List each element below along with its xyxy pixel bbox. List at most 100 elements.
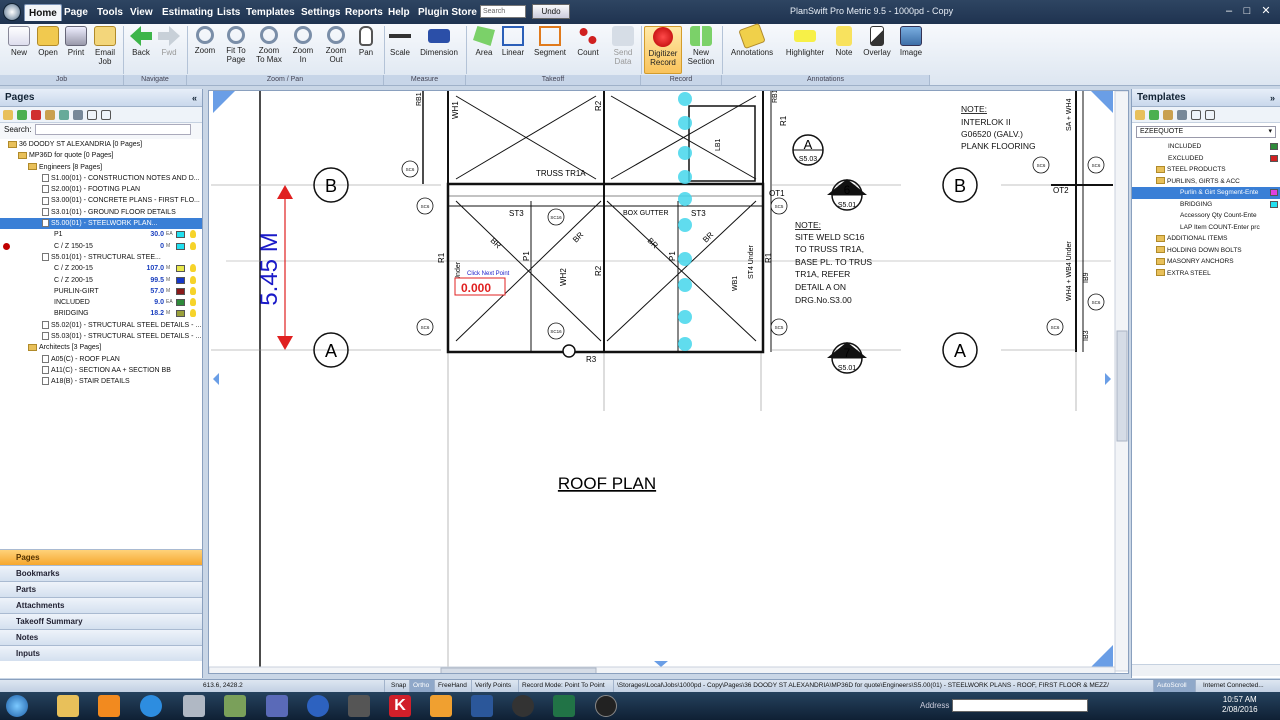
menu-plugin-store[interactable]: Plugin Store: [414, 4, 481, 21]
menu-view[interactable]: View: [126, 4, 157, 21]
tree-item[interactable]: A11(C) - SECTION AA + SECTION BB: [0, 365, 202, 376]
nav-inputs[interactable]: Inputs: [0, 645, 202, 661]
app-orb-button[interactable]: [3, 3, 21, 21]
email-job-button[interactable]: Email Job: [91, 26, 119, 66]
zoom-in-button[interactable]: Zoom In: [287, 26, 319, 64]
menu-settings[interactable]: Settings: [297, 4, 344, 21]
address-input[interactable]: [952, 699, 1088, 712]
menu-home[interactable]: Home: [24, 4, 62, 21]
record-mode[interactable]: Record Mode: Point To Point: [519, 680, 614, 692]
tree-item[interactable]: S3.01(01) - GROUND FLOOR DETAILS: [0, 207, 202, 218]
freehand-toggle[interactable]: FreeHand: [435, 680, 472, 692]
excel-icon[interactable]: [553, 695, 575, 717]
fit-to-page-button[interactable]: Fit To Page: [220, 26, 252, 64]
visibility-bulb-icon[interactable]: [190, 241, 196, 250]
nav-parts[interactable]: Parts: [0, 581, 202, 597]
tree-item[interactable]: S1.00(01) - CONSTRUCTION NOTES AND D...: [0, 173, 202, 184]
tree-item[interactable]: S2.00(01) - FOOTING PLAN: [0, 184, 202, 195]
corner-scroll-icon[interactable]: [1091, 645, 1113, 667]
new-section-button[interactable]: New Section: [685, 26, 717, 66]
refresh-icon[interactable]: [59, 110, 69, 120]
takeoff-item[interactable]: C / Z 200-15 107.0 M: [0, 263, 202, 274]
app-icon[interactable]: [307, 695, 329, 717]
zoom-to-max-button[interactable]: Zoom To Max: [253, 26, 285, 64]
visibility-bulb-icon[interactable]: [190, 275, 196, 284]
collapse-panel-icon[interactable]: »: [1270, 89, 1275, 107]
open-button[interactable]: Open: [34, 26, 62, 57]
nav-notes[interactable]: Notes: [0, 629, 202, 645]
refresh-icon[interactable]: [1149, 110, 1159, 120]
visibility-bulb-icon[interactable]: [190, 286, 196, 295]
template-dropdown[interactable]: EZEEQUOTE ▾: [1136, 126, 1276, 138]
template-item[interactable]: MASONRY ANCHORS: [1132, 256, 1280, 268]
snap-toggle[interactable]: Snap: [388, 680, 410, 692]
send-data-button[interactable]: Send Data: [607, 26, 639, 66]
network-tool-icon[interactable]: [183, 695, 205, 717]
collapse-panel-icon[interactable]: «: [192, 89, 197, 107]
tree-item[interactable]: A18(B) - STAIR DETAILS: [0, 376, 202, 387]
tree-item[interactable]: 36 DOODY ST ALEXANDRIA [0 Pages]: [0, 139, 202, 150]
zoom-out-button[interactable]: Zoom Out: [320, 26, 352, 64]
count-button[interactable]: Count: [574, 26, 602, 57]
app-icon[interactable]: [348, 695, 370, 717]
tree-item[interactable]: S5.02(01) - STRUCTURAL STEEL DETAILS - .…: [0, 320, 202, 331]
nav-attachments[interactable]: Attachments: [0, 597, 202, 613]
corner-scroll-icon[interactable]: [1091, 91, 1113, 113]
collapse-all-icon[interactable]: [101, 110, 111, 120]
scroll-down-icon[interactable]: [654, 661, 668, 667]
add-folder-icon[interactable]: [1135, 110, 1145, 120]
takeoff-item[interactable]: P1 30.0 EA: [0, 229, 202, 240]
add-page-icon[interactable]: [17, 110, 27, 120]
horizontal-scrollbar[interactable]: [209, 666, 1116, 674]
template-item[interactable]: STEEL PRODUCTS: [1132, 164, 1280, 176]
vertical-scroll-thumb[interactable]: [1116, 330, 1128, 442]
visibility-bulb-icon[interactable]: [190, 309, 196, 318]
tree-item[interactable]: S3.00(01) - CONCRETE PLANS - FIRST FLO..…: [0, 195, 202, 206]
overlay-button[interactable]: Overlay: [861, 26, 893, 57]
collapse-all-icon[interactable]: [1205, 110, 1215, 120]
maximize-icon[interactable]: □: [1240, 4, 1254, 18]
menu-page[interactable]: Page: [60, 4, 92, 21]
close-icon[interactable]: ✕: [1259, 4, 1273, 18]
tree-item[interactable]: A05(C) - ROOF PLAN: [0, 354, 202, 365]
template-item[interactable]: PURLINS, GIRTS & ACC: [1132, 176, 1280, 188]
internet-explorer-icon[interactable]: [140, 695, 162, 717]
template-item-selected[interactable]: Purlin & Girt Segment-Ente: [1132, 187, 1280, 199]
ortho-toggle[interactable]: Ortho: [410, 680, 435, 692]
template-item[interactable]: BRIDGING: [1132, 199, 1280, 211]
delete-icon[interactable]: [31, 110, 41, 120]
menu-lists[interactable]: Lists: [213, 4, 244, 21]
obs-icon[interactable]: [595, 695, 617, 717]
tree-item[interactable]: S5.03(01) - STRUCTURAL STEEL DETAILS - .…: [0, 331, 202, 342]
nav-takeoff-summary[interactable]: Takeoff Summary: [0, 613, 202, 629]
pages-search-input[interactable]: [34, 124, 191, 136]
corner-scroll-icon[interactable]: [213, 91, 235, 113]
expand-all-icon[interactable]: [1191, 110, 1201, 120]
tree-item[interactable]: Engineers [8 Pages]: [0, 162, 202, 173]
nav-pages[interactable]: Pages: [0, 549, 202, 565]
visibility-bulb-icon[interactable]: [190, 298, 196, 307]
highlighter-button[interactable]: Highlighter: [782, 26, 828, 57]
app-icon[interactable]: [512, 695, 534, 717]
template-item[interactable]: HOLDING DOWN BOLTS: [1132, 245, 1280, 257]
expand-all-icon[interactable]: [87, 110, 97, 120]
tree-item[interactable]: MP36D for quote [0 Pages]: [0, 150, 202, 161]
takeoff-item[interactable]: C / Z 200-15 99.5 M: [0, 275, 202, 286]
import-icon[interactable]: [45, 110, 55, 120]
word-icon[interactable]: [471, 695, 493, 717]
template-item[interactable]: ADDITIONAL ITEMS: [1132, 233, 1280, 245]
outlook-icon[interactable]: [430, 695, 452, 717]
annotations-button[interactable]: Annotations: [728, 22, 776, 57]
segment-button[interactable]: Segment: [531, 26, 569, 57]
takeoff-item[interactable]: BRIDGING 18.2 M: [0, 308, 202, 319]
horizontal-scroll-thumb[interactable]: [440, 667, 597, 674]
template-item[interactable]: LAP Item COUNT-Enter prc: [1132, 222, 1280, 234]
visibility-bulb-icon[interactable]: [190, 264, 196, 273]
drawing-tool-icon[interactable]: [224, 695, 246, 717]
templates-scrollbar[interactable]: [1132, 664, 1280, 676]
media-player-icon[interactable]: [98, 695, 120, 717]
drawing-canvas[interactable]: 5.45 M B A B A A S5.03 6 S5.01 7 S5.01 T…: [208, 90, 1129, 674]
dimension-button[interactable]: Dimension: [418, 26, 460, 57]
taskbar-clock[interactable]: 10:57 AM 2/08/2016: [1222, 695, 1258, 715]
tree-item[interactable]: Architects [3 Pages]: [0, 342, 202, 353]
